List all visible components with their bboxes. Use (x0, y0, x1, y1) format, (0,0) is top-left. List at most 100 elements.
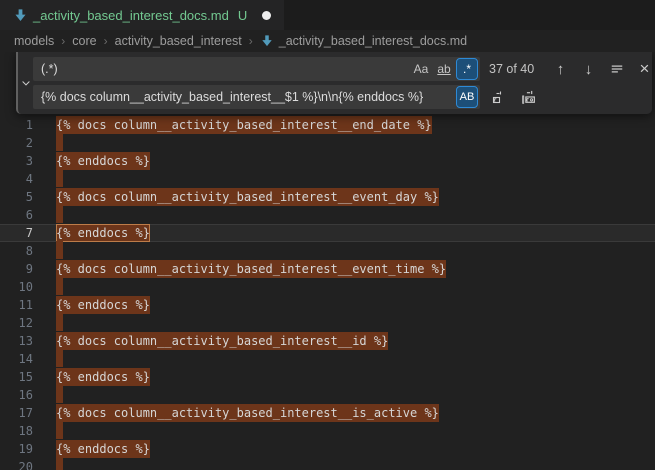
breadcrumb-item-models[interactable]: models (14, 34, 54, 48)
regex-toggle[interactable]: .* (457, 59, 477, 79)
find-in-selection-button[interactable] (607, 60, 626, 79)
code-text[interactable] (56, 385, 63, 406)
line-number[interactable]: 16 (0, 388, 33, 402)
find-match: {% docs column__activity_based_interest_… (56, 332, 388, 350)
code-line[interactable]: 15 {% enddocs %} (0, 368, 655, 386)
code-text[interactable]: {% enddocs %} (56, 152, 150, 170)
unsaved-changes-dot[interactable] (262, 11, 271, 20)
breadcrumb-item-core[interactable]: core (72, 34, 96, 48)
code-line[interactable]: 10 (0, 278, 655, 296)
line-number[interactable]: 14 (0, 352, 33, 366)
code-line[interactable]: 7 {% enddocs %} (0, 224, 655, 242)
selection-lines-icon (610, 62, 624, 76)
replace-input[interactable]: {% docs column__activity_based_interest_… (33, 85, 480, 109)
line-number[interactable]: 18 (0, 424, 33, 438)
code-text[interactable]: {% docs column__activity_based_interest_… (56, 404, 439, 422)
previous-match-button[interactable]: ↑ (551, 60, 570, 79)
find-actions: ↑ ↓ × (551, 60, 655, 79)
code-text[interactable] (56, 313, 63, 334)
replace-all-button[interactable] (519, 88, 538, 107)
line-number[interactable]: 10 (0, 280, 33, 294)
code-line[interactable]: 2 (0, 134, 655, 152)
tab-filename: _activity_based_interest_docs.md (33, 8, 229, 23)
code-text[interactable] (56, 241, 63, 262)
breadcrumb-item-file[interactable]: _activity_based_interest_docs.md (279, 34, 467, 48)
next-match-button[interactable]: ↓ (579, 60, 598, 79)
code-text[interactable] (56, 205, 63, 226)
code-text[interactable] (56, 277, 63, 298)
code-line[interactable]: 8 (0, 242, 655, 260)
code-text[interactable]: {% docs column__activity_based_interest_… (56, 188, 439, 206)
code-line[interactable]: 20 (0, 458, 655, 470)
find-query-text: (.*) (41, 62, 408, 76)
code-line[interactable]: 14 (0, 350, 655, 368)
breadcrumb-separator: › (104, 34, 108, 48)
line-number[interactable]: 8 (0, 244, 33, 258)
line-number[interactable]: 4 (0, 172, 33, 186)
line-number[interactable]: 7 (0, 226, 33, 240)
code-line[interactable]: 9 {% docs column__activity_based_interest… (0, 260, 655, 278)
line-number[interactable]: 20 (0, 460, 33, 470)
code-text[interactable]: {% docs column__activity_based_interest_… (56, 260, 446, 278)
line-number[interactable]: 11 (0, 298, 33, 312)
code-text[interactable] (56, 169, 63, 190)
toggle-replace-button[interactable] (19, 74, 32, 92)
line-number[interactable]: 1 (0, 118, 33, 132)
arrow-down-icon: ↓ (585, 61, 593, 78)
line-number[interactable]: 12 (0, 316, 33, 330)
code-text[interactable] (56, 421, 63, 442)
line-number[interactable]: 15 (0, 370, 33, 384)
line-number[interactable]: 5 (0, 190, 33, 204)
code-line[interactable]: 17 {% docs column__activity_based_interes… (0, 404, 655, 422)
code-line[interactable]: 12 (0, 314, 655, 332)
code-text[interactable] (56, 133, 63, 154)
replace-row: {% docs column__activity_based_interest_… (33, 85, 646, 109)
find-widget: (.*) Aa ab .* 37 of 40 ↑ ↓ × {% docs col… (16, 52, 652, 114)
code-line[interactable]: 1 {% docs column__activity_based_interest… (0, 116, 655, 134)
line-number[interactable]: 13 (0, 334, 33, 348)
whole-word-toggle[interactable]: ab (434, 59, 454, 79)
code-line[interactable]: 5 {% docs column__activity_based_interest… (0, 188, 655, 206)
find-match: {% enddocs %} (56, 440, 150, 458)
file-type-down-arrow-icon (260, 34, 274, 48)
find-match: {% docs column__activity_based_interest_… (56, 116, 432, 134)
close-find-button[interactable]: × (635, 60, 654, 79)
match-case-toggle[interactable]: Aa (411, 59, 431, 79)
line-number[interactable]: 19 (0, 442, 33, 456)
code-text[interactable]: {% docs column__activity_based_interest_… (56, 116, 432, 134)
code-text[interactable]: {% enddocs %} (56, 224, 150, 242)
find-input[interactable]: (.*) Aa ab .* (33, 57, 480, 81)
code-text[interactable]: {% docs column__activity_based_interest_… (56, 332, 388, 350)
preserve-case-toggle[interactable]: AB (457, 87, 477, 107)
code-line[interactable]: 13 {% docs column__activity_based_interes… (0, 332, 655, 350)
code-text[interactable]: {% enddocs %} (56, 440, 150, 458)
line-number[interactable]: 6 (0, 208, 33, 222)
close-icon: × (640, 59, 650, 79)
breadcrumb-item-activity-based-interest[interactable]: activity_based_interest (115, 34, 242, 48)
code-text[interactable] (56, 349, 63, 370)
code-line[interactable]: 18 (0, 422, 655, 440)
code-lines: 1 {% docs column__activity_based_interest… (0, 116, 655, 470)
code-line[interactable]: 16 (0, 386, 655, 404)
find-row: (.*) Aa ab .* 37 of 40 ↑ ↓ × (33, 57, 646, 81)
code-text[interactable]: {% enddocs %} (56, 368, 150, 386)
line-number[interactable]: 17 (0, 406, 33, 420)
editor-pane[interactable]: (.*) Aa ab .* 37 of 40 ↑ ↓ × {% docs col… (0, 52, 655, 470)
find-match (56, 349, 63, 367)
code-line[interactable]: 11 {% enddocs %} (0, 296, 655, 314)
code-line[interactable]: 4 (0, 170, 655, 188)
code-text[interactable] (56, 457, 63, 470)
code-line[interactable]: 6 (0, 206, 655, 224)
code-line[interactable]: 3 {% enddocs %} (0, 152, 655, 170)
find-match: {% enddocs %} (56, 368, 150, 386)
find-match (56, 133, 63, 151)
editor-tab[interactable]: _activity_based_interest_docs.md U (0, 0, 284, 30)
replace-button[interactable] (489, 88, 508, 107)
find-match (56, 457, 63, 470)
line-number[interactable]: 2 (0, 136, 33, 150)
code-text[interactable]: {% enddocs %} (56, 296, 150, 314)
breadcrumb-separator: › (61, 34, 65, 48)
line-number[interactable]: 9 (0, 262, 33, 276)
line-number[interactable]: 3 (0, 154, 33, 168)
code-line[interactable]: 19 {% enddocs %} (0, 440, 655, 458)
